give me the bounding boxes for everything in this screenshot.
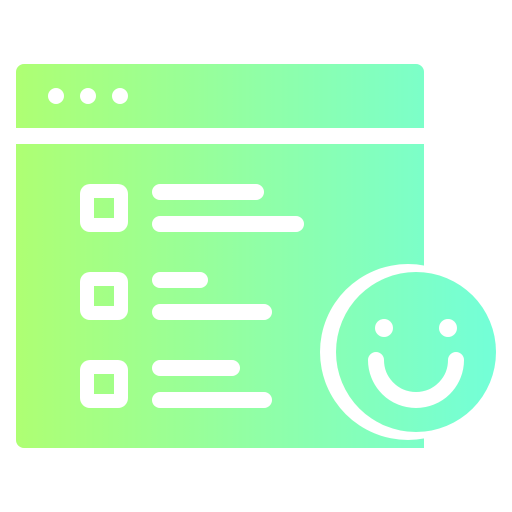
- icon-canvas: [16, 64, 496, 448]
- checklist-satisfaction-icon: [0, 0, 512, 512]
- window-title-bar: [16, 64, 424, 128]
- smiley-face-icon: [336, 272, 496, 432]
